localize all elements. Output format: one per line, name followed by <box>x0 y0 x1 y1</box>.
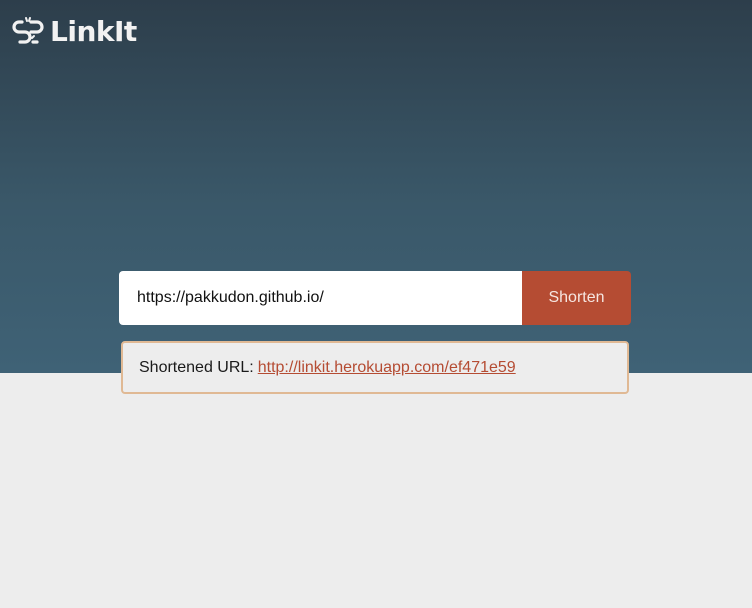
brand-logo[interactable]: LinkIt <box>12 16 137 48</box>
page: LinkIt Shorten Shortened URL: http://lin… <box>0 0 752 608</box>
brand-name: LinkIt <box>50 15 137 48</box>
shortened-url-link[interactable]: http://linkit.herokuapp.com/ef471e59 <box>258 359 516 377</box>
broken-link-icon <box>12 17 44 44</box>
shorten-form: Shorten <box>119 271 631 325</box>
result-box: Shortened URL: http://linkit.herokuapp.c… <box>121 341 629 394</box>
result-label: Shortened URL: <box>139 358 254 376</box>
shorten-button[interactable]: Shorten <box>522 271 631 325</box>
url-input[interactable] <box>119 271 522 325</box>
